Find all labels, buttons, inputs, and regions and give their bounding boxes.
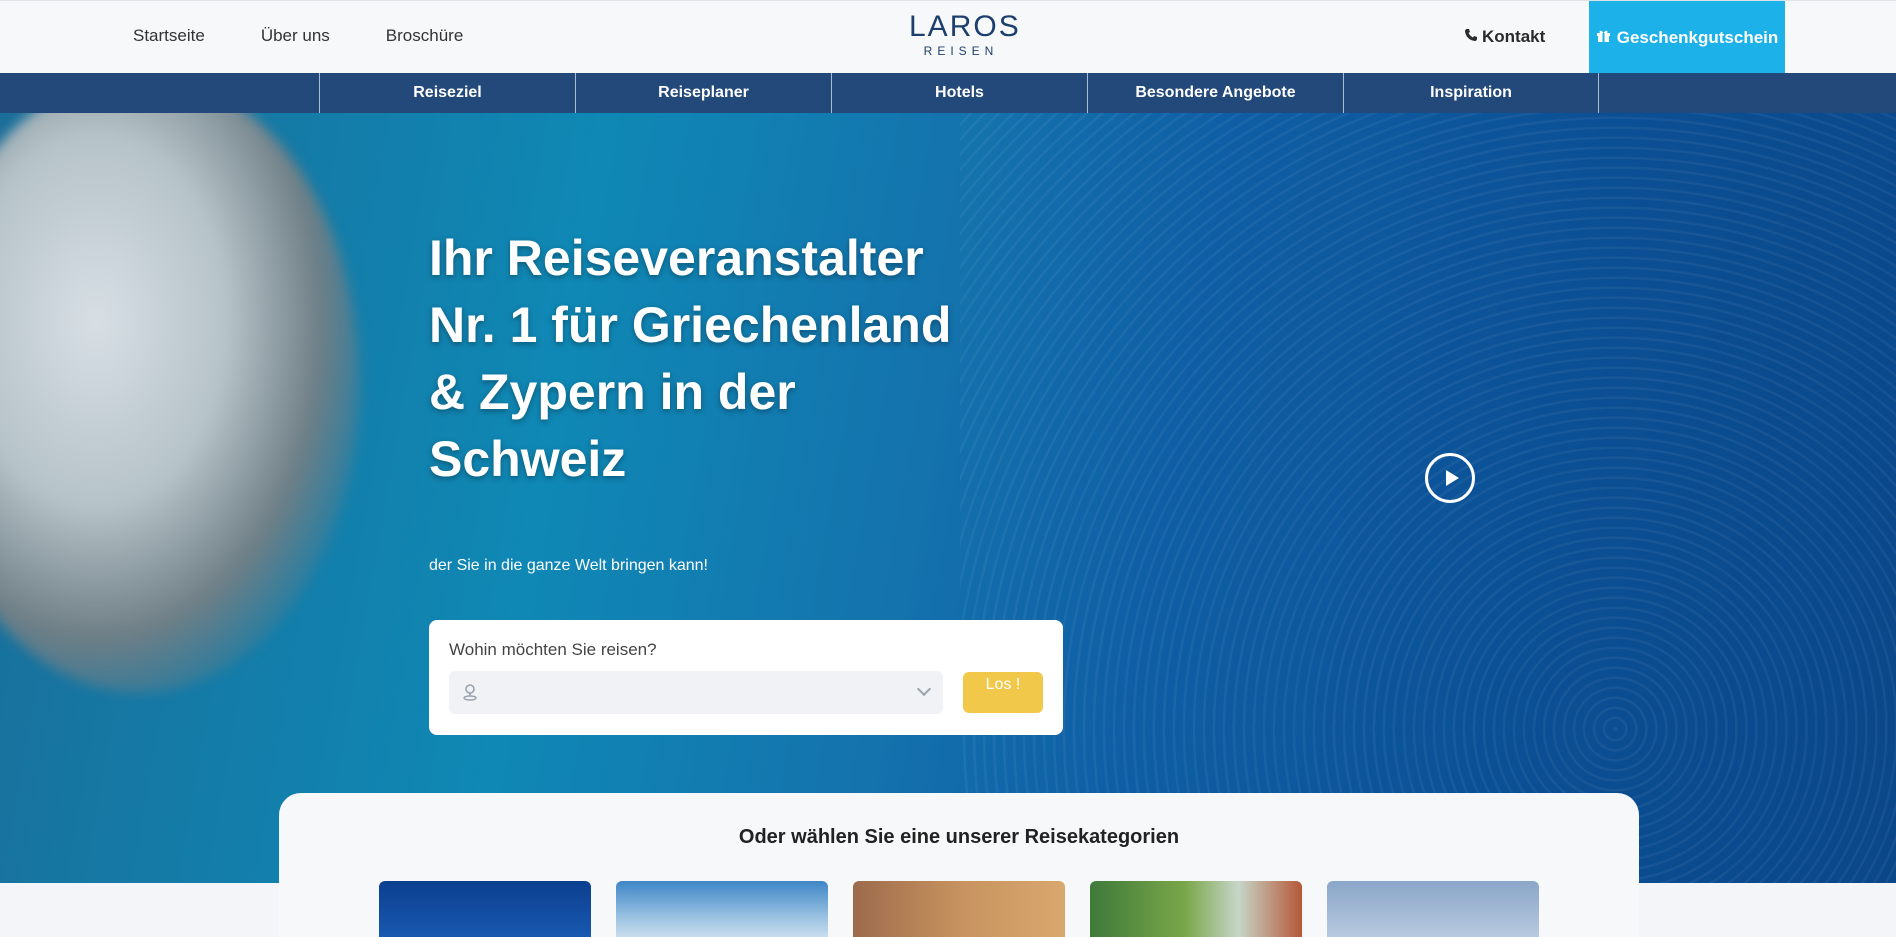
play-icon <box>1445 470 1459 486</box>
category-tile[interactable] <box>1327 881 1539 937</box>
link-startseite[interactable]: Startseite <box>133 26 205 46</box>
main-nav: Reiseziel Reiseplaner Hotels Besondere A… <box>0 73 1896 113</box>
hero-coast-shape <box>0 113 360 693</box>
contact-label: Kontakt <box>1482 27 1546 46</box>
play-video-button[interactable] <box>1425 453 1475 503</box>
nav-hotels[interactable]: Hotels <box>831 73 1087 113</box>
destination-search: Wohin möchten Sie reisen? Los ! <box>429 620 1063 735</box>
gift-icon <box>1596 28 1611 48</box>
location-pin-icon <box>461 683 479 701</box>
category-tile[interactable] <box>853 881 1065 937</box>
gift-label: Geschenkgutschein <box>1616 27 1779 47</box>
destination-select[interactable] <box>449 671 943 714</box>
contact-link[interactable]: Kontakt <box>1464 27 1545 47</box>
search-question: Wohin möchten Sie reisen? <box>449 640 657 659</box>
category-tile[interactable] <box>616 881 828 937</box>
nav-inspiration[interactable]: Inspiration <box>1343 73 1599 113</box>
search-go-button[interactable]: Los ! <box>963 672 1043 713</box>
logo-bottom: REISEN <box>923 44 999 58</box>
categories-panel: Oder wählen Sie eine unserer Reisekatego… <box>279 793 1639 937</box>
hero-water-texture <box>960 113 1896 883</box>
top-links: Startseite Über uns Broschüre <box>133 26 463 46</box>
category-tiles <box>379 881 1539 937</box>
category-tile[interactable] <box>379 881 591 937</box>
categories-title: Oder wählen Sie eine unserer Reisekatego… <box>738 826 1180 848</box>
gift-voucher-button[interactable]: Geschenkgutschein <box>1589 1 1785 74</box>
logo-top: LAROS <box>909 10 1021 43</box>
nav-reiseziel[interactable]: Reiseziel <box>319 73 575 113</box>
nav-besondere-angebote[interactable]: Besondere Angebote <box>1087 73 1343 113</box>
link-broschuere[interactable]: Broschüre <box>386 26 463 46</box>
chevron-down-icon <box>916 681 932 697</box>
hero-subline: der Sie in die ganze Welt bringen kann! <box>429 557 708 574</box>
link-ueber-uns[interactable]: Über uns <box>261 26 330 46</box>
nav-reiseplaner[interactable]: Reiseplaner <box>575 73 831 113</box>
category-tile[interactable] <box>1090 881 1302 937</box>
top-bar: Startseite Über uns Broschüre LAROS REIS… <box>0 0 1896 74</box>
phone-icon <box>1464 27 1478 47</box>
logo[interactable]: LAROS REISEN <box>909 10 1021 59</box>
hero-headline: Ihr Reiseveranstalter Nr. 1 für Griechen… <box>429 230 952 487</box>
